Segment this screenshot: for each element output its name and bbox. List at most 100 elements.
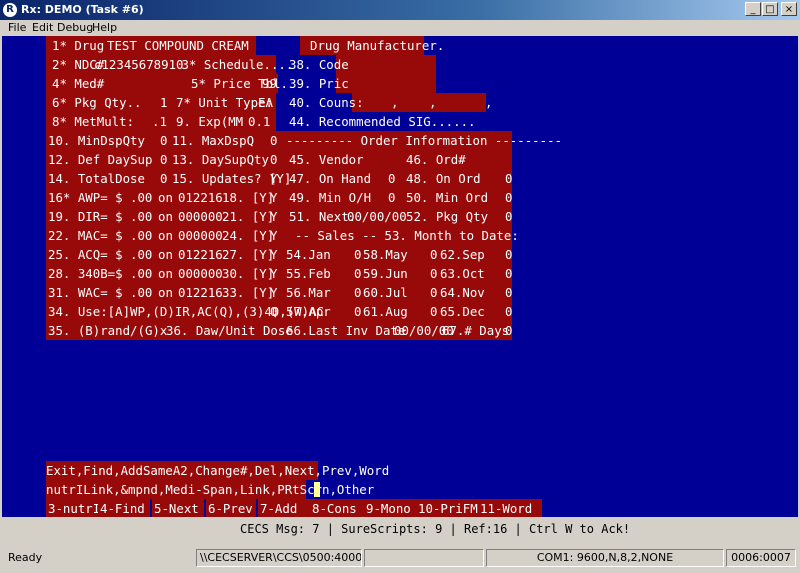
status-server: \\CECSERVER\CCS\0500:40003: [196, 549, 362, 567]
on-hand-field[interactable]: 0: [388, 169, 395, 188]
label-pkg-qty: 6* Pkg Qty..: [52, 95, 142, 110]
label-pric: 39. Pric: [289, 76, 349, 91]
drug-name-field[interactable]: TEST COMPOUND CREAM: [107, 36, 249, 55]
row-mac: 22. MAC= $ .00 on 000000 24. [Y] Y -- Sa…: [46, 226, 519, 245]
sales-header: -- Sales -- 53. Month to Date:: [295, 228, 519, 243]
awp-update-field[interactable]: Y: [270, 188, 277, 207]
dir-update-field[interactable]: Y: [270, 207, 277, 226]
340b-date-field[interactable]: 000000: [178, 264, 223, 283]
label-brand-generic: 35. (B)rand/(G)x: [48, 323, 168, 338]
window-title: Rx: DEMO (Task #6): [21, 3, 144, 16]
mac-date-field[interactable]: 000000: [178, 226, 223, 245]
340b-update-field[interactable]: Y: [270, 264, 277, 283]
mindspqty-field[interactable]: 0: [160, 131, 167, 150]
close-button[interactable]: ×: [781, 2, 797, 16]
row-totaldose: 14. TotalDose 0 15. Updates? [Y] Y 47. O…: [2, 169, 798, 188]
label-last-inv-date: 66.Last Inv Date: [286, 323, 406, 338]
updates-field[interactable]: Y: [270, 169, 277, 188]
sales-nov[interactable]: 0: [505, 283, 512, 302]
label-min-oh: 49. Min O/H: [289, 190, 372, 205]
label-340b: 28. 340B=$: [48, 266, 123, 281]
wac-update-field[interactable]: Y: [270, 283, 277, 302]
status-port: COM1: 9600,N,8,2,NONE: [486, 549, 724, 567]
sales-oct[interactable]: 0: [505, 264, 512, 283]
pkg-qty-52-field[interactable]: 0: [505, 207, 512, 226]
row-wac: 31. WAC= $ .00 on 012216 33. [Y] Y 56.Ma…: [46, 283, 513, 302]
wac-date-field[interactable]: 012216: [178, 283, 223, 302]
title-bar: R Rx: DEMO (Task #6) _ □ ×: [0, 0, 800, 20]
row-brand: 35. (B)rand/(G)x 36. Daw/Unit Dose 66.La…: [2, 321, 798, 340]
ndc-field[interactable]: c12345678910: [94, 55, 184, 74]
menu-edit[interactable]: Edit: [32, 22, 53, 34]
order-info-header: --------- Order Information ---------: [286, 133, 563, 148]
label-exp: 9. Exp(MM: [176, 114, 244, 129]
row-ndc: 2* NDC# c12345678910 3* Schedule.... 38.…: [2, 55, 798, 74]
sales-may[interactable]: 0: [430, 245, 437, 264]
metmult-field[interactable]: .1: [152, 112, 167, 131]
use-field[interactable]: Q: [270, 302, 277, 321]
totaldose-field[interactable]: 0: [160, 169, 167, 188]
awp-date-field[interactable]: 012216: [178, 188, 223, 207]
acq-date-field[interactable]: 012216: [178, 245, 223, 264]
message-text: CECS Msg: 7 | SureScripts: 9 | Ref:16 | …: [240, 522, 631, 536]
label-ord-number: 46. Ord#: [406, 152, 466, 167]
def-daysup-field[interactable]: 0: [160, 150, 167, 169]
sales-feb[interactable]: 0: [354, 264, 361, 283]
command-line-2: nutrILink,&mpnd,Medi-Span,Link,PRtScrn,O…: [2, 480, 798, 499]
sales-jul[interactable]: 0: [430, 283, 437, 302]
row-metmult: 8* MetMult: .1 9. Exp(MM 0.1 44. Recomme…: [2, 112, 798, 131]
exp-field[interactable]: 0.1: [248, 112, 270, 131]
row-pkg-qty: 6* Pkg Qty.. 1 7* Unit Type: EA 40. Coun…: [2, 93, 798, 112]
maximize-button[interactable]: □: [762, 2, 778, 16]
sales-sep[interactable]: 0: [505, 245, 512, 264]
label-couns: 40. Couns:: [289, 95, 364, 110]
label-schedule: 3* Schedule....: [174, 57, 294, 72]
label-daysupqty: 13. DaySupQty: [172, 152, 269, 167]
label-on-ord: 48. On Ord: [406, 171, 481, 186]
next-date-field[interactable]: 00/00/00: [347, 207, 407, 226]
label-days: 67.# Days: [442, 323, 510, 338]
label-recommended-sig: 44. Recommended SIG......: [289, 114, 476, 129]
row-drug: 1* Drug TEST COMPOUND CREAM Drug Manufac…: [2, 36, 798, 55]
sales-jun[interactable]: 0: [430, 264, 437, 283]
command-list[interactable]: Exit,Find,AddSameA2,Change#,Del,Next,Pre…: [46, 461, 389, 480]
row-acq: 25. ACQ= $ .00 on 012216 27. [Y] Y 54.Ja…: [46, 245, 513, 264]
sales-dec[interactable]: 0: [505, 302, 512, 321]
acq-update-field[interactable]: Y: [270, 245, 277, 264]
maxdspq-field[interactable]: 0: [270, 131, 277, 150]
app-icon[interactable]: R: [3, 3, 17, 17]
days-field[interactable]: 0: [505, 321, 512, 340]
min-ord-field[interactable]: 0: [505, 188, 512, 207]
acq-field[interactable]: .00: [130, 245, 152, 264]
unit-type-field[interactable]: EA: [258, 93, 273, 112]
message-line: CECS Msg: 7 | SureScripts: 9 | Ref:16 | …: [2, 517, 798, 541]
dir-field[interactable]: .00: [130, 207, 152, 226]
label-wac: 31. WAC= $: [48, 285, 123, 300]
wac-field[interactable]: .00: [130, 283, 152, 302]
command-list-2[interactable]: nutrILink,&mpnd,Medi-Span,Link,PRtScrn,O…: [46, 480, 374, 499]
pkg-qty-field[interactable]: 1: [160, 93, 167, 112]
row-dir: 19. DIR= $ .00 on 000000 21. [Y] Y 51. N…: [46, 207, 513, 226]
sales-apr[interactable]: 0: [354, 302, 361, 321]
mac-update-field[interactable]: Y: [270, 226, 277, 245]
sales-jan[interactable]: 0: [354, 245, 361, 264]
min-oh-field[interactable]: 0: [388, 188, 395, 207]
text-cursor: [314, 482, 320, 497]
menu-help[interactable]: Help: [92, 22, 117, 34]
terminal-screen[interactable]: 1* Drug TEST COMPOUND CREAM Drug Manufac…: [2, 36, 798, 541]
sales-mar[interactable]: 0: [354, 283, 361, 302]
menu-file[interactable]: File: [8, 22, 26, 34]
awp-field[interactable]: .00: [130, 188, 152, 207]
price-tbl-field[interactable]: 99: [262, 74, 277, 93]
menu-debug[interactable]: Debug: [57, 22, 93, 34]
label-awp: 16* AWP= $: [48, 190, 123, 205]
mac-field[interactable]: .00: [130, 226, 152, 245]
340b-field[interactable]: .00: [130, 264, 152, 283]
label-totaldose: 14. TotalDose: [48, 171, 145, 186]
dir-date-field[interactable]: 000000: [178, 207, 223, 226]
label-med: 4* Med#: [52, 76, 105, 91]
on-ord-field[interactable]: 0: [505, 169, 512, 188]
minimize-button[interactable]: _: [745, 2, 761, 16]
daysupqty-field[interactable]: 0: [270, 150, 277, 169]
sales-aug[interactable]: 0: [430, 302, 437, 321]
